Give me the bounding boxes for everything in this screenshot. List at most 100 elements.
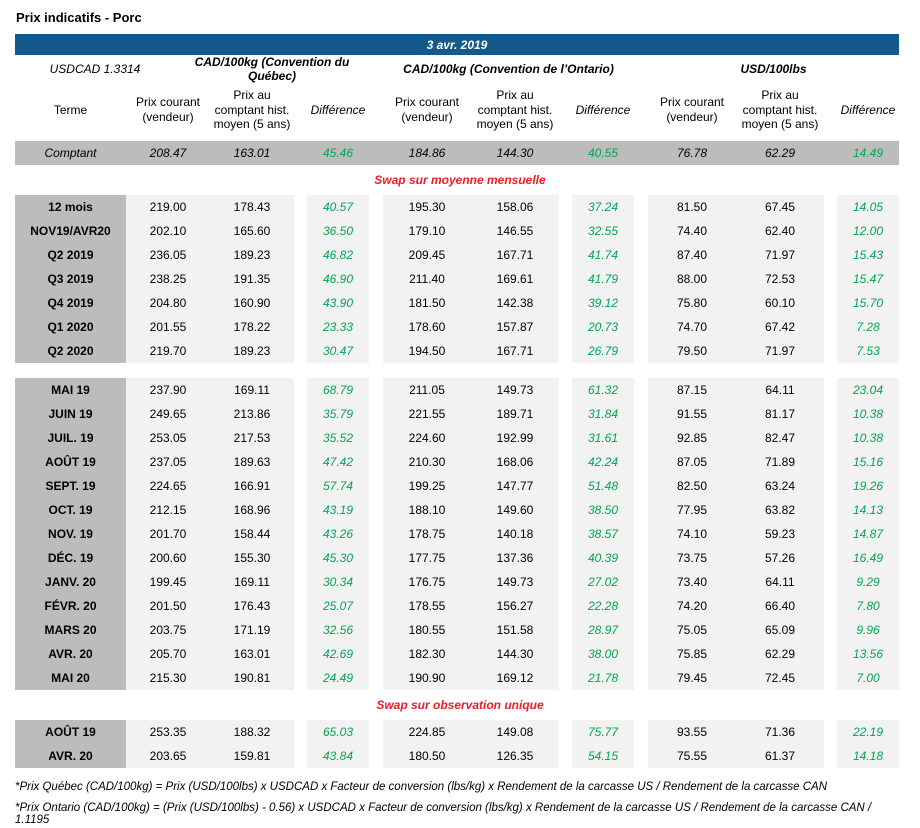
on-difference: 42.24 [572,450,634,474]
on-prix-courant: 210.30 [383,450,471,474]
us-prix-courant: 91.55 [648,402,736,426]
us-difference: 7.28 [837,315,899,339]
us-prix-courant: 88.00 [648,267,736,291]
on-difference: 26.79 [572,339,634,363]
column-gap [824,141,837,165]
footnotes: *Prix Québec (CAD/100kg) = Prix (USD/100… [15,781,905,826]
on-difference: 21.78 [572,666,634,690]
on-difference: 61.32 [572,378,634,402]
column-gap [634,339,648,363]
table-body: Comptant 208.47 163.01 45.46 184.86 144.30 40.… [15,141,905,826]
report-page: Prix indicatifs - Porc 3 avr. 2019 USDCA… [0,0,920,826]
qc-prix-comptant: 190.81 [210,666,294,690]
on-prix-courant: 178.60 [383,315,471,339]
qc-prix-courant: 205.70 [126,642,210,666]
on-prix-comptant: 126.35 [471,744,559,768]
column-gap [559,426,572,450]
qc-prix-comptant: 169.11 [210,570,294,594]
on-prix-comptant: 144.30 [471,141,559,165]
terme-cell: Comptant [15,141,126,165]
us-prix-comptant: 71.89 [736,450,824,474]
column-header-prix-comptant: Prix au comptant hist. moyen (5 ans) [476,88,554,132]
column-header-prix-comptant: Prix au comptant hist. moyen (5 ans) [741,88,819,132]
on-difference: 41.74 [572,243,634,267]
column-gap [294,450,307,474]
column-gap [369,291,383,315]
table-row: AOÛT 19 237.05 189.63 47.42 210.30 168.06 42.2… [15,450,905,474]
column-gap [559,642,572,666]
on-prix-courant: 179.10 [383,219,471,243]
column-gap [369,84,383,136]
column-gap [369,426,383,450]
qc-prix-courant: 201.55 [126,315,210,339]
terme-cell: JUIL. 19 [15,426,126,450]
column-header-row: Terme Prix courant (vendeur) Prix au com… [15,82,905,141]
qc-difference: 24.49 [307,666,369,690]
column-gap [559,744,572,768]
on-prix-courant: 188.10 [383,498,471,522]
on-prix-comptant: 149.08 [471,720,559,744]
column-gap [294,402,307,426]
column-gap [294,570,307,594]
terme-cell: NOV19/AVR20 [15,219,126,243]
column-gap [369,378,383,402]
column-gap [369,243,383,267]
us-prix-courant: 81.50 [648,195,736,219]
terme-cell: OCT. 19 [15,498,126,522]
qc-prix-comptant: 189.63 [210,450,294,474]
column-gap [634,84,648,136]
terme-cell: JUIN 19 [15,402,126,426]
us-prix-courant: 76.78 [648,141,736,165]
on-prix-courant: 184.86 [383,141,471,165]
us-difference: 9.96 [837,618,899,642]
column-gap [369,594,383,618]
us-difference: 19.26 [837,474,899,498]
qc-prix-comptant: 159.81 [210,744,294,768]
column-gap [369,546,383,570]
column-gap [634,426,648,450]
column-gap [824,474,837,498]
us-difference: 14.05 [837,195,899,219]
us-prix-courant: 87.40 [648,243,736,267]
on-difference: 31.84 [572,402,634,426]
column-header-difference: Différence [840,102,896,117]
on-prix-courant: 178.75 [383,522,471,546]
qc-prix-courant: 236.05 [126,243,210,267]
qc-difference: 43.19 [307,498,369,522]
column-gap [369,474,383,498]
us-difference: 14.13 [837,498,899,522]
qc-prix-courant: 201.50 [126,594,210,618]
us-difference: 14.18 [837,744,899,768]
qc-prix-courant: 237.90 [126,378,210,402]
us-prix-courant: 93.55 [648,720,736,744]
us-difference: 7.53 [837,339,899,363]
column-gap [634,498,648,522]
table-row: AVR. 20 203.65 159.81 43.84 180.50 126.35 54.1… [15,744,905,768]
column-gap [634,195,648,219]
qc-prix-comptant: 189.23 [210,339,294,363]
on-difference: 54.15 [572,744,634,768]
us-prix-comptant: 61.37 [736,744,824,768]
table-row: JUIN 19 249.65 213.86 35.79 221.55 189.71 31.8… [15,402,905,426]
table-row: MAI 19 237.90 169.11 68.79 211.05 149.73 61.32… [15,378,905,402]
us-prix-courant: 87.15 [648,378,736,402]
on-difference: 22.28 [572,594,634,618]
column-gap [559,84,572,136]
qc-prix-comptant: 160.90 [210,291,294,315]
qc-prix-courant: 224.65 [126,474,210,498]
column-gap [369,267,383,291]
us-prix-courant: 73.40 [648,570,736,594]
column-gap [369,195,383,219]
on-prix-comptant: 142.38 [471,291,559,315]
qc-prix-courant: 212.15 [126,498,210,522]
column-gap [824,339,837,363]
us-difference: 12.00 [837,219,899,243]
qc-difference: 45.30 [307,546,369,570]
table-row: NOV19/AVR20 202.10 165.60 36.50 179.10 146.55… [15,219,905,243]
us-prix-comptant: 72.53 [736,267,824,291]
qc-prix-courant: 202.10 [126,219,210,243]
column-gap [294,618,307,642]
column-gap [634,141,648,165]
column-gap [294,546,307,570]
qc-prix-comptant: 178.43 [210,195,294,219]
